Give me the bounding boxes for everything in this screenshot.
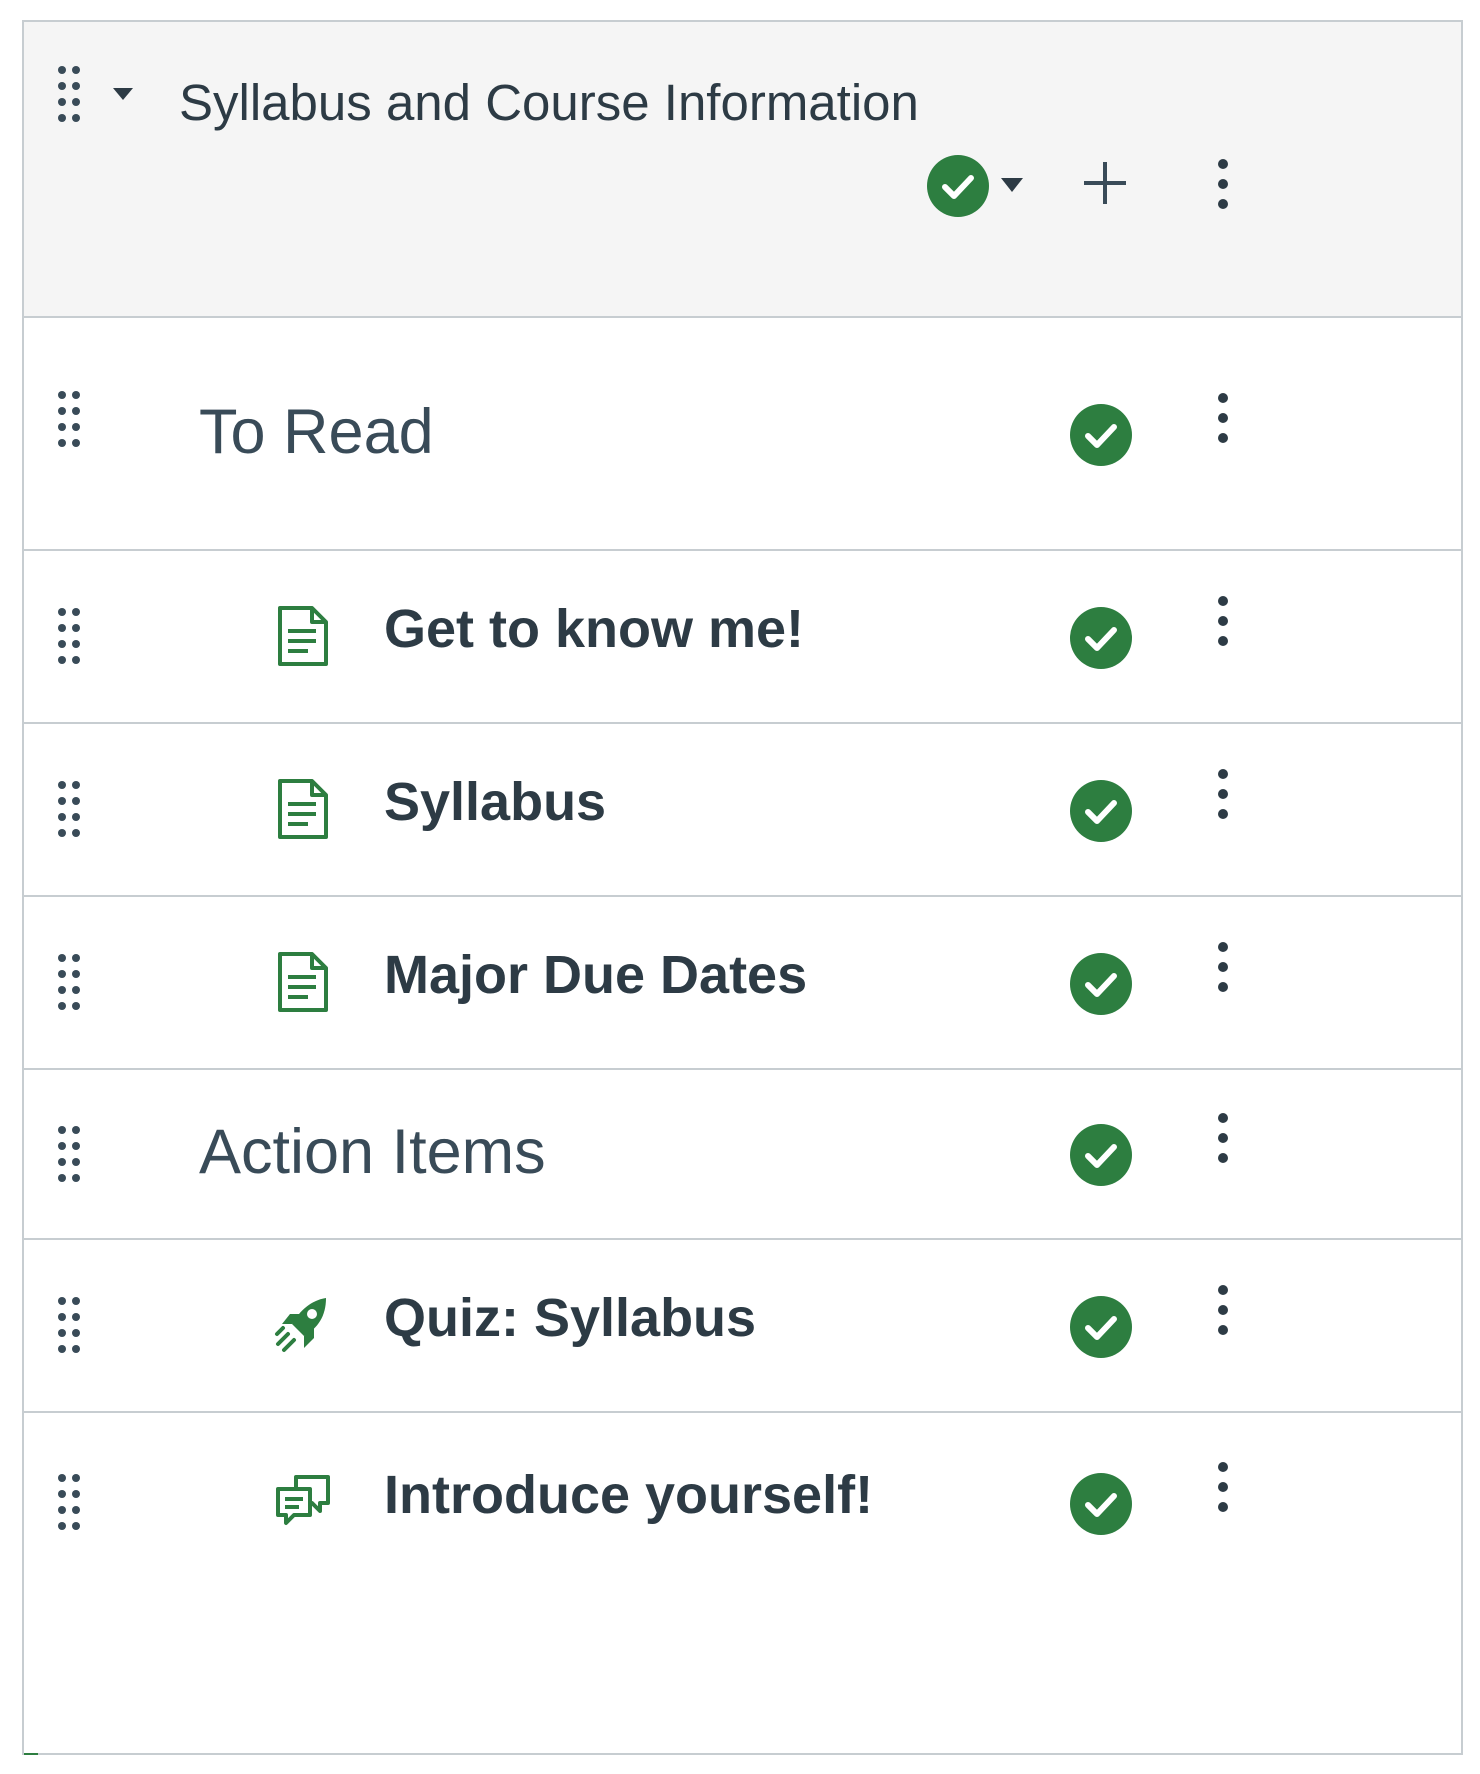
drag-handle-icon[interactable]: [56, 953, 82, 1011]
list-item[interactable]: To Read: [24, 318, 1461, 551]
kebab-menu-icon[interactable]: [1213, 158, 1233, 210]
subheader-label: To Read: [199, 397, 434, 467]
module-card: Syllabus and Course Information To Read …: [22, 20, 1463, 1755]
published-check-icon[interactable]: [1069, 606, 1133, 670]
module-title: Syllabus and Course Information: [179, 74, 919, 131]
kebab-menu-icon[interactable]: [1213, 1112, 1233, 1164]
drag-handle-icon[interactable]: [56, 1473, 82, 1531]
subheader-label: Action Items: [199, 1117, 546, 1187]
drag-handle-icon[interactable]: [56, 1125, 82, 1183]
page-icon: [274, 605, 332, 667]
drag-handle-icon[interactable]: [56, 390, 82, 448]
item-title[interactable]: Syllabus: [384, 771, 606, 833]
drag-handle-icon[interactable]: [56, 607, 82, 665]
list-item[interactable]: Action Items: [24, 1070, 1461, 1240]
published-check-icon[interactable]: [926, 154, 990, 218]
drag-handle-icon[interactable]: [56, 65, 82, 123]
item-title[interactable]: Quiz: Syllabus: [384, 1287, 756, 1349]
kebab-menu-icon[interactable]: [1213, 595, 1233, 647]
published-check-icon[interactable]: [1069, 952, 1133, 1016]
kebab-menu-icon[interactable]: [1213, 1461, 1233, 1513]
drag-handle-icon[interactable]: [56, 1296, 82, 1354]
page-icon: [274, 951, 332, 1013]
list-item[interactable]: Introduce yourself!: [24, 1413, 1461, 1753]
kebab-menu-icon[interactable]: [1213, 941, 1233, 993]
add-plus-icon[interactable]: [1082, 160, 1128, 211]
list-item[interactable]: Quiz: Syllabus: [24, 1240, 1461, 1413]
module-header[interactable]: Syllabus and Course Information: [24, 22, 1461, 318]
published-check-icon[interactable]: [1069, 779, 1133, 843]
item-title[interactable]: Major Due Dates: [384, 944, 807, 1006]
item-title[interactable]: Introduce yourself!: [384, 1464, 873, 1526]
published-check-icon[interactable]: [1069, 1472, 1133, 1536]
discussion-icon: [274, 1471, 332, 1533]
published-check-icon[interactable]: [1069, 403, 1133, 467]
list-item[interactable]: Get to know me!: [24, 551, 1461, 724]
quiz-rocket-icon: [274, 1294, 332, 1356]
list-item[interactable]: Major Due Dates: [24, 897, 1461, 1070]
kebab-menu-icon[interactable]: [1213, 1284, 1233, 1336]
page-icon: [274, 778, 332, 840]
item-title[interactable]: Get to know me!: [384, 598, 804, 660]
published-check-icon[interactable]: [1069, 1123, 1133, 1187]
drag-handle-icon[interactable]: [56, 780, 82, 838]
kebab-menu-icon[interactable]: [1213, 392, 1233, 444]
list-item[interactable]: Syllabus: [24, 724, 1461, 897]
published-check-icon[interactable]: [1069, 1295, 1133, 1359]
kebab-menu-icon[interactable]: [1213, 768, 1233, 820]
status-caret-icon[interactable]: [999, 176, 1025, 199]
collapse-caret-icon[interactable]: [111, 86, 135, 107]
